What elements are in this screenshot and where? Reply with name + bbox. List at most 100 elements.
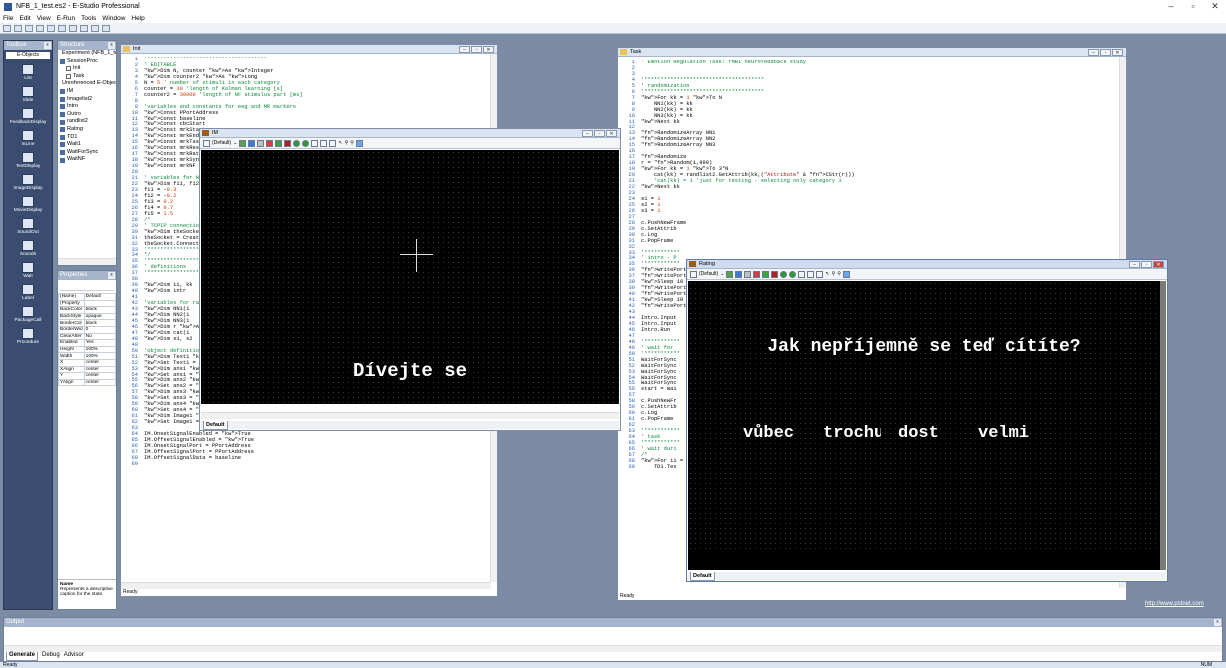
tree-item[interactable]: Outro [58,111,116,119]
menu-erun[interactable]: E-Run [54,15,78,22]
toolbox-item-imagedisplay[interactable]: ImageDisplay [4,174,52,191]
property-row[interactable]: BorderWid 0 [58,325,117,334]
close-icon[interactable]: x [1214,619,1221,626]
minimize-button[interactable]: – [1088,49,1099,56]
toolbox-item-slide[interactable]: Slide [4,86,52,103]
close-icon[interactable]: x [108,42,115,49]
property-row[interactable]: YAlign center [58,378,117,387]
tree-item[interactable]: Unreferenced E-Objects [58,80,116,88]
add-button-icon[interactable] [762,270,770,278]
tab-default[interactable]: Default [203,421,228,430]
close-button[interactable]: ✕ [1153,261,1164,268]
toolbox-item-packagecall[interactable]: PackageCall [4,306,52,323]
zoom-in-icon[interactable] [780,270,788,278]
property-row[interactable]: BorderCol black [58,319,117,327]
tree-item[interactable]: SessionProc [58,58,116,66]
object-selector[interactable] [60,282,114,291]
tree-item[interactable]: Task [58,73,116,81]
tab-advisor[interactable]: Advisor [64,652,84,661]
property-row[interactable]: BackColor black [58,306,117,314]
stop-icon[interactable] [91,24,99,32]
menu-view[interactable]: View [34,15,54,22]
tree-item[interactable]: randlist2 [58,118,116,126]
magnify-out-icon[interactable]: ⚲ [837,271,841,277]
add-choice-icon[interactable] [771,270,779,278]
tab-debug[interactable]: Debug [42,652,60,661]
property-value[interactable]: Default [83,293,117,301]
property-value[interactable]: No [83,332,117,341]
magnify-icon[interactable]: ⚲ [832,271,836,277]
maximize-button[interactable]: ▫ [1182,0,1204,13]
close-button[interactable]: ✕ [483,46,494,53]
align-icon[interactable] [816,270,824,278]
property-row[interactable]: BackStyle opaque [58,312,117,321]
select-tool-icon[interactable] [690,270,697,278]
add-sound-icon[interactable] [744,270,752,278]
property-row[interactable]: (Property [58,299,117,308]
property-value[interactable]: center [83,358,117,367]
property-row[interactable]: Width 100% [58,352,117,360]
tree-item[interactable]: TD1 [58,134,116,142]
init-hscrollbar[interactable] [121,582,491,589]
rating-vscrollbar[interactable] [1160,281,1166,570]
property-value[interactable]: 100% [83,345,117,354]
menu-edit[interactable]: Edit [16,15,33,22]
zoom-out-icon[interactable] [302,139,310,147]
property-row[interactable]: (Name) Default [58,293,117,301]
minimize-button[interactable]: – [582,130,593,137]
properties-icon[interactable] [355,139,363,147]
minimize-button[interactable]: – [1160,0,1182,13]
tree-item[interactable]: Init [58,65,116,73]
im-slide-canvas[interactable]: Dívejte se [201,150,619,404]
tab-default[interactable]: Default [690,572,715,581]
add-text-icon[interactable] [239,139,247,147]
property-value[interactable]: 0 [83,325,117,334]
property-row[interactable]: ClearAfter No [58,332,117,341]
tree-item[interactable]: WaitForSync [58,149,116,157]
tree-item[interactable]: Intro [58,103,116,111]
align-icon[interactable] [329,139,337,147]
restore-button[interactable]: ▫ [594,130,605,137]
property-value[interactable] [83,299,117,308]
chevron-down-icon[interactable]: ⌄ [233,140,237,146]
magnify-out-icon[interactable]: ⚲ [350,140,354,146]
add-choice-icon[interactable] [284,139,292,147]
toolbox-item-moviedisplay[interactable]: MovieDisplay [4,196,52,213]
add-movie-icon[interactable] [753,270,761,278]
copy-icon[interactable] [47,24,55,32]
pointer-icon[interactable]: ↖ [825,271,829,277]
close-icon[interactable]: x [108,272,115,279]
property-row[interactable]: XAlign center [58,365,117,374]
open-icon[interactable] [14,24,22,32]
chevron-down-icon[interactable]: ⌄ [720,271,724,277]
add-image-icon[interactable] [735,270,743,278]
generate-icon[interactable] [69,24,77,32]
property-value[interactable]: Yes [83,339,117,347]
copy-icon[interactable] [798,270,806,278]
property-row[interactable]: Xcenter [58,358,117,367]
toolbox-item-procedure[interactable]: Procedure [4,328,52,345]
property-value[interactable]: black [83,306,117,314]
cut-icon[interactable] [36,24,44,32]
tree-item[interactable]: WaitNF [58,156,116,164]
toolbox-item-soundout[interactable]: SoundOut [4,218,52,235]
tree-item[interactable]: Imagelist2 [58,96,116,104]
copy-icon[interactable] [311,139,319,147]
restore-button[interactable]: ▫ [1141,261,1152,268]
property-value[interactable]: center [83,372,117,380]
toolbox-item-wait[interactable]: Wait [4,262,52,279]
structure-hscrollbar[interactable] [58,258,116,265]
add-text-icon[interactable] [726,270,734,278]
add-sound-icon[interactable] [257,139,265,147]
add-button-icon[interactable] [275,139,283,147]
zoom-in-icon[interactable] [293,139,301,147]
properties-icon[interactable] [842,270,850,278]
property-value[interactable]: center [83,365,117,374]
close-icon[interactable]: x [44,42,51,49]
menu-window[interactable]: Window [99,15,128,22]
save-icon[interactable] [25,24,33,32]
state-selector[interactable]: (Default) [212,140,231,146]
menu-file[interactable]: File [0,15,16,22]
toolbox-item-list[interactable]: List [4,64,52,81]
rating-slide-canvas[interactable]: Jak nepříjemně se teď cítíte? vůbec troc… [688,281,1160,570]
